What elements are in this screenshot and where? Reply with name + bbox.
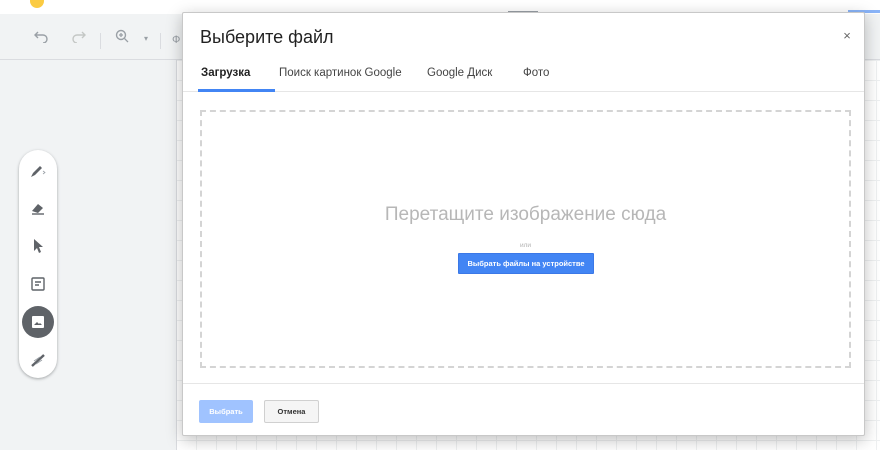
image-icon — [31, 315, 45, 329]
redo-icon[interactable] — [72, 29, 86, 47]
laser-icon — [30, 352, 46, 368]
eraser-tool-button[interactable] — [19, 189, 57, 227]
select-button[interactable]: Выбрать — [199, 400, 253, 423]
drop-zone[interactable]: Перетащите изображение сюда или Выбрать … — [200, 110, 851, 368]
dialog-title: Выберите файл — [200, 27, 334, 47]
zoom-caret-icon[interactable]: ▾ — [144, 34, 148, 43]
active-tab-indicator — [198, 89, 275, 92]
drop-zone-or: или — [519, 242, 532, 249]
select-tool-button[interactable] — [19, 227, 57, 265]
toolbar-divider — [100, 33, 101, 49]
choose-files-button[interactable]: Выбрать файлы на устройстве — [458, 253, 594, 274]
pen-icon — [29, 163, 47, 179]
file-picker-dialog: Выберите файл × Загрузка Поиск картинок … — [182, 12, 865, 436]
close-icon[interactable]: × — [840, 29, 854, 43]
toolbar-divider — [160, 33, 161, 49]
undo-icon[interactable] — [34, 29, 48, 47]
drop-zone-title: Перетащите изображение сюда — [384, 204, 667, 225]
image-tool-active-bg — [22, 306, 54, 338]
font-button[interactable]: Ф — [172, 34, 180, 46]
cancel-button[interactable]: Отмена — [264, 400, 319, 423]
zoom-icon[interactable] — [115, 29, 129, 47]
app-logo — [30, 0, 44, 8]
sticky-note-tool-button[interactable] — [19, 265, 57, 303]
tab-google-drive[interactable]: Google Диск — [427, 67, 492, 92]
image-tool-button[interactable] — [19, 303, 57, 341]
tab-photos[interactable]: Фото — [523, 67, 549, 92]
sticky-note-icon — [30, 276, 46, 292]
tools-panel — [19, 150, 57, 378]
select-arrow-icon — [31, 238, 45, 254]
canvas-border — [176, 60, 177, 450]
laser-tool-button[interactable] — [19, 341, 57, 379]
tab-google-image-search[interactable]: Поиск картинок Google — [279, 67, 402, 92]
dialog-tabs: Загрузка Поиск картинок Google Google Ди… — [183, 61, 864, 92]
dialog-footer: Выбрать Отмена — [183, 383, 864, 436]
pen-tool-button[interactable] — [19, 152, 57, 190]
eraser-icon — [30, 200, 46, 216]
